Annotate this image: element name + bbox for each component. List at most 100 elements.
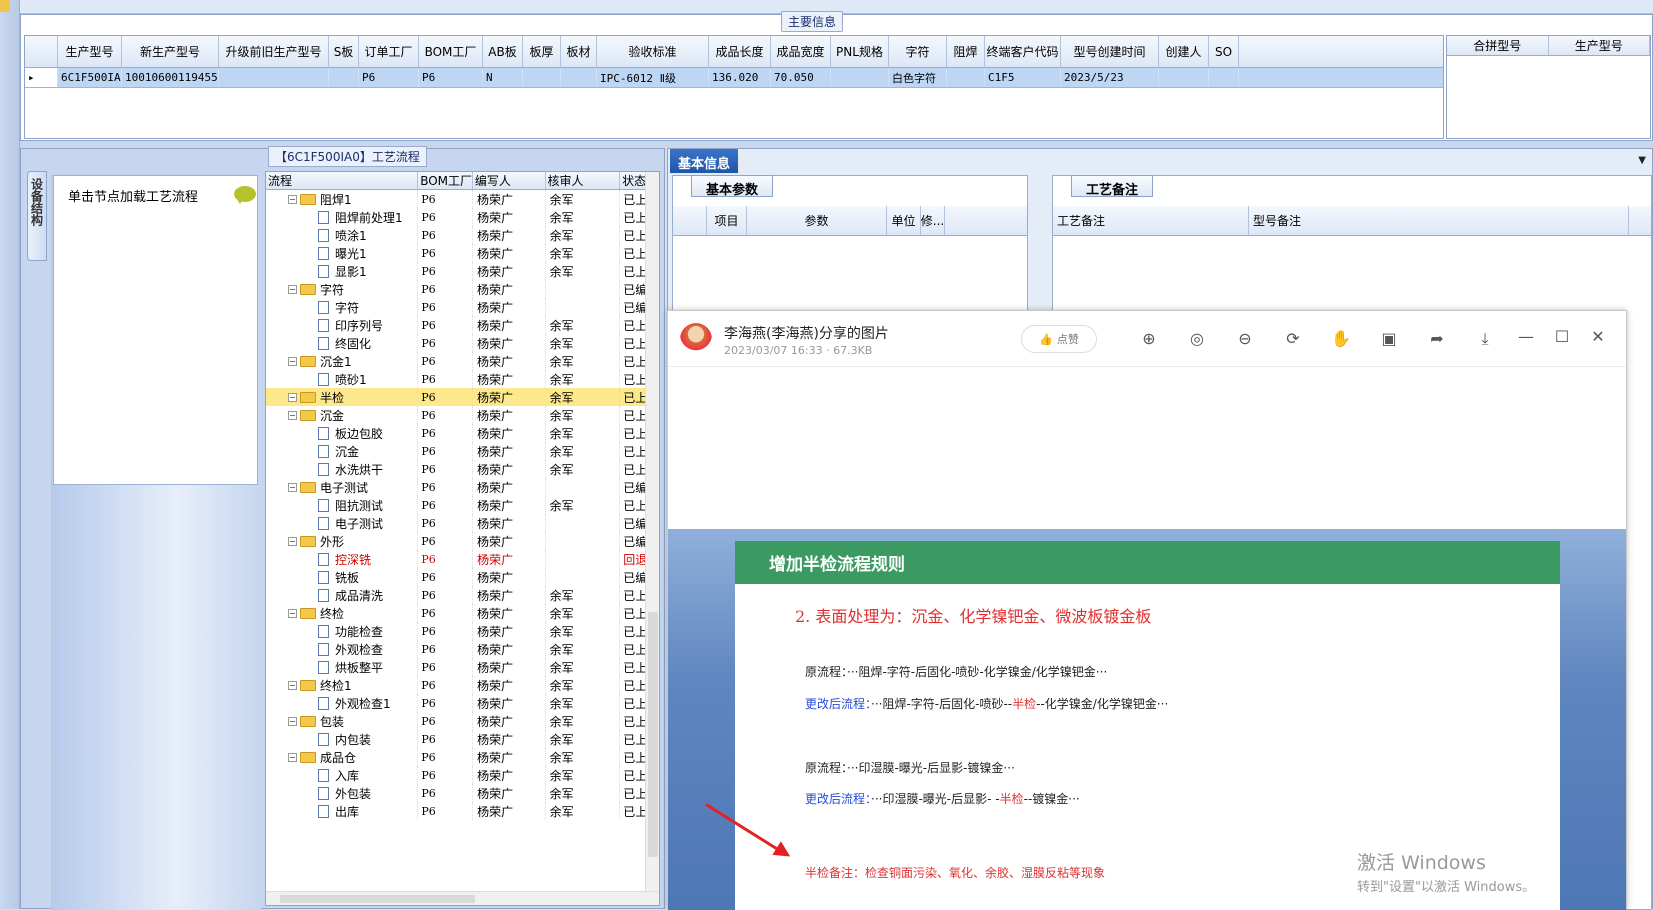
zoom-in-icon[interactable]: ⊕ (1125, 329, 1173, 349)
grid-header-cell[interactable]: 成品宽度 (771, 36, 831, 67)
grid-header-cell[interactable]: BOM工厂 (419, 36, 483, 67)
tree-node-name[interactable]: 电子测试 (266, 514, 419, 532)
tree-row[interactable]: − 包装 P6 杨荣广 余军 已上R (266, 712, 659, 730)
tree-vertical-scrollbar[interactable] (645, 172, 659, 905)
equipment-structure-tab[interactable]: 设备结构 (27, 171, 47, 261)
tree-node-name[interactable]: 出库 (266, 802, 419, 820)
grid-header-cell[interactable]: 板厚 (523, 36, 561, 67)
grid-cell[interactable] (561, 68, 597, 87)
collapse-icon[interactable]: − (288, 410, 297, 420)
collapse-icon[interactable]: − (288, 752, 297, 762)
tree-node-name[interactable]: 印序列号 (266, 316, 419, 334)
collapse-icon[interactable]: − (288, 716, 297, 726)
grid-cell[interactable] (219, 68, 329, 87)
grid-cell[interactable] (523, 68, 561, 87)
tree-node-name[interactable]: 曝光1 (266, 244, 419, 262)
tree-row[interactable]: 曝光1 P6 杨荣广 余军 已上R (266, 244, 659, 262)
collapse-icon[interactable]: − (288, 194, 297, 204)
tree-row[interactable]: 板边包胶 P6 杨荣广 余军 已上R (266, 424, 659, 442)
tree-row[interactable]: 外观检查 P6 杨荣广 余军 已上R (266, 640, 659, 658)
tree-node-name[interactable]: 控深铣 (266, 550, 419, 568)
grid-cell[interactable]: N (483, 68, 523, 87)
tree-node-name[interactable]: 终固化 (266, 334, 419, 352)
grid-header-cell[interactable]: 型号创建时间 (1061, 36, 1159, 67)
tree-row[interactable]: 阻抗测试 P6 杨荣广 余军 已上R (266, 496, 659, 514)
tree-horizontal-scrollbar[interactable] (266, 891, 659, 905)
rotate-icon[interactable]: ⟳ (1269, 329, 1317, 349)
actual-size-icon[interactable]: ◎ (1173, 329, 1221, 349)
grid-header-cell[interactable]: 成品长度 (709, 36, 771, 67)
grid-cell[interactable] (329, 68, 359, 87)
grid-header-cell[interactable]: 字符 (889, 36, 947, 67)
grid-header-cell[interactable]: 验收标准 (597, 36, 709, 67)
tree-row[interactable]: 显影1 P6 杨荣广 余军 已上R (266, 262, 659, 280)
tree-row[interactable]: 外观检查1 P6 杨荣广 余军 已上R (266, 694, 659, 712)
tree-row[interactable]: 喷砂1 P6 杨荣广 余军 已上R (266, 370, 659, 388)
tree-node-name[interactable]: 水洗烘干 (266, 460, 419, 478)
tree-node-name[interactable]: 板边包胶 (266, 424, 419, 442)
tree-header-reviewer[interactable]: 核审人 (546, 172, 621, 189)
row-indicator-icon[interactable]: ▸ (25, 68, 58, 87)
download-icon[interactable]: ⤓ (1461, 329, 1509, 349)
tree-row[interactable]: 入库 P6 杨荣广 余军 已上R (266, 766, 659, 784)
tree-node-name[interactable]: 字符 (266, 298, 419, 316)
collapse-icon[interactable]: − (288, 284, 297, 294)
tree-row[interactable]: 烘板整平 P6 杨荣广 余军 已上R (266, 658, 659, 676)
tree-row[interactable]: 电子测试 P6 杨荣广 已编写 (266, 514, 659, 532)
collapse-icon[interactable]: − (288, 680, 297, 690)
tree-node-name[interactable]: 喷砂1 (266, 370, 419, 388)
merge-header-merged-model[interactable]: 合拼型号 (1447, 36, 1549, 55)
tree-node-name[interactable]: − 字符 (266, 280, 419, 298)
grid-cell[interactable] (1209, 68, 1239, 87)
hand-icon[interactable]: ✋ (1317, 329, 1365, 349)
like-button[interactable]: 👍 点赞 (1021, 325, 1097, 353)
panel-dropdown-icon[interactable]: ▼ (1638, 155, 1646, 166)
tree-row[interactable]: − 沉金1 P6 杨荣广 余军 已上R (266, 352, 659, 370)
tree-row[interactable]: 控深铣 P6 杨荣广 回退 (266, 550, 659, 568)
tree-node-name[interactable]: 阻抗测试 (266, 496, 419, 514)
tree-node-name[interactable]: 显影1 (266, 262, 419, 280)
grid-cell[interactable]: 70.050 (771, 68, 831, 87)
tree-row[interactable]: 喷涂1 P6 杨荣广 余军 已上R (266, 226, 659, 244)
grid-cell[interactable] (831, 68, 889, 87)
tree-node-name[interactable]: 喷涂1 (266, 226, 419, 244)
grid-cell[interactable]: 白色字符 (889, 68, 947, 87)
basic-params-tab[interactable]: 基本参数 (691, 175, 774, 198)
tree-node-name[interactable]: − 终检1 (266, 676, 419, 694)
grid-header-cell[interactable]: SO (1209, 36, 1239, 67)
collapse-icon[interactable]: − (288, 482, 297, 492)
tree-node-name[interactable]: 成品清洗 (266, 586, 419, 604)
grid-cell[interactable] (1159, 68, 1209, 87)
tree-row[interactable]: − 半检 P6 杨荣广 余军 已上R (266, 388, 659, 406)
tree-header-writer[interactable]: 编写人 (473, 172, 546, 189)
grid-header-cell[interactable]: 订单工厂 (359, 36, 419, 67)
ocr-icon[interactable]: ▣ (1365, 329, 1413, 349)
grid-cell[interactable]: P6 (419, 68, 483, 87)
tree-header-flow[interactable]: 流程 (266, 172, 419, 189)
tree-row[interactable]: − 成品仓 P6 杨荣广 余军 已上R (266, 748, 659, 766)
tree-node-name[interactable]: 烘板整平 (266, 658, 419, 676)
tree-row[interactable]: − 终检1 P6 杨荣广 余军 已上R (266, 676, 659, 694)
tree-node-name[interactable]: − 电子测试 (266, 478, 419, 496)
tree-node-name[interactable]: 入库 (266, 766, 419, 784)
tree-row[interactable]: 阻焊前处理1 P6 杨荣广 余军 已上R (266, 208, 659, 226)
tree-node-name[interactable]: − 沉金 (266, 406, 419, 424)
collapse-icon[interactable]: − (288, 608, 297, 618)
tree-node-name[interactable]: − 沉金1 (266, 352, 419, 370)
grid-cell[interactable]: 10010600119455 (122, 68, 219, 87)
tree-row[interactable]: 出库 P6 杨荣广 余军 已上R (266, 802, 659, 820)
maximize-icon[interactable]: ☐ (1544, 327, 1580, 346)
tree-node-name[interactable]: − 阻焊1 (266, 190, 419, 208)
collapse-icon[interactable]: − (288, 536, 297, 546)
grid-cell[interactable]: P6 (359, 68, 419, 87)
grid-header-cell[interactable]: 升级前旧生产型号 (219, 36, 329, 67)
notes-header-process[interactable]: 工艺备注 (1053, 206, 1249, 235)
tree-node-name[interactable]: − 外形 (266, 532, 419, 550)
tree-row[interactable]: − 阻焊1 P6 杨荣广 余军 已上R (266, 190, 659, 208)
share-icon[interactable]: ➦ (1413, 329, 1461, 349)
tree-row[interactable]: 铣板 P6 杨荣广 已编写 (266, 568, 659, 586)
collapse-icon[interactable]: − (288, 356, 297, 366)
tree-row[interactable]: − 终检 P6 杨荣广 余军 已上R (266, 604, 659, 622)
tree-row[interactable]: 内包装 P6 杨荣广 余军 已上R (266, 730, 659, 748)
click-node-box[interactable]: 单击节点加载工艺流程 (53, 175, 258, 485)
